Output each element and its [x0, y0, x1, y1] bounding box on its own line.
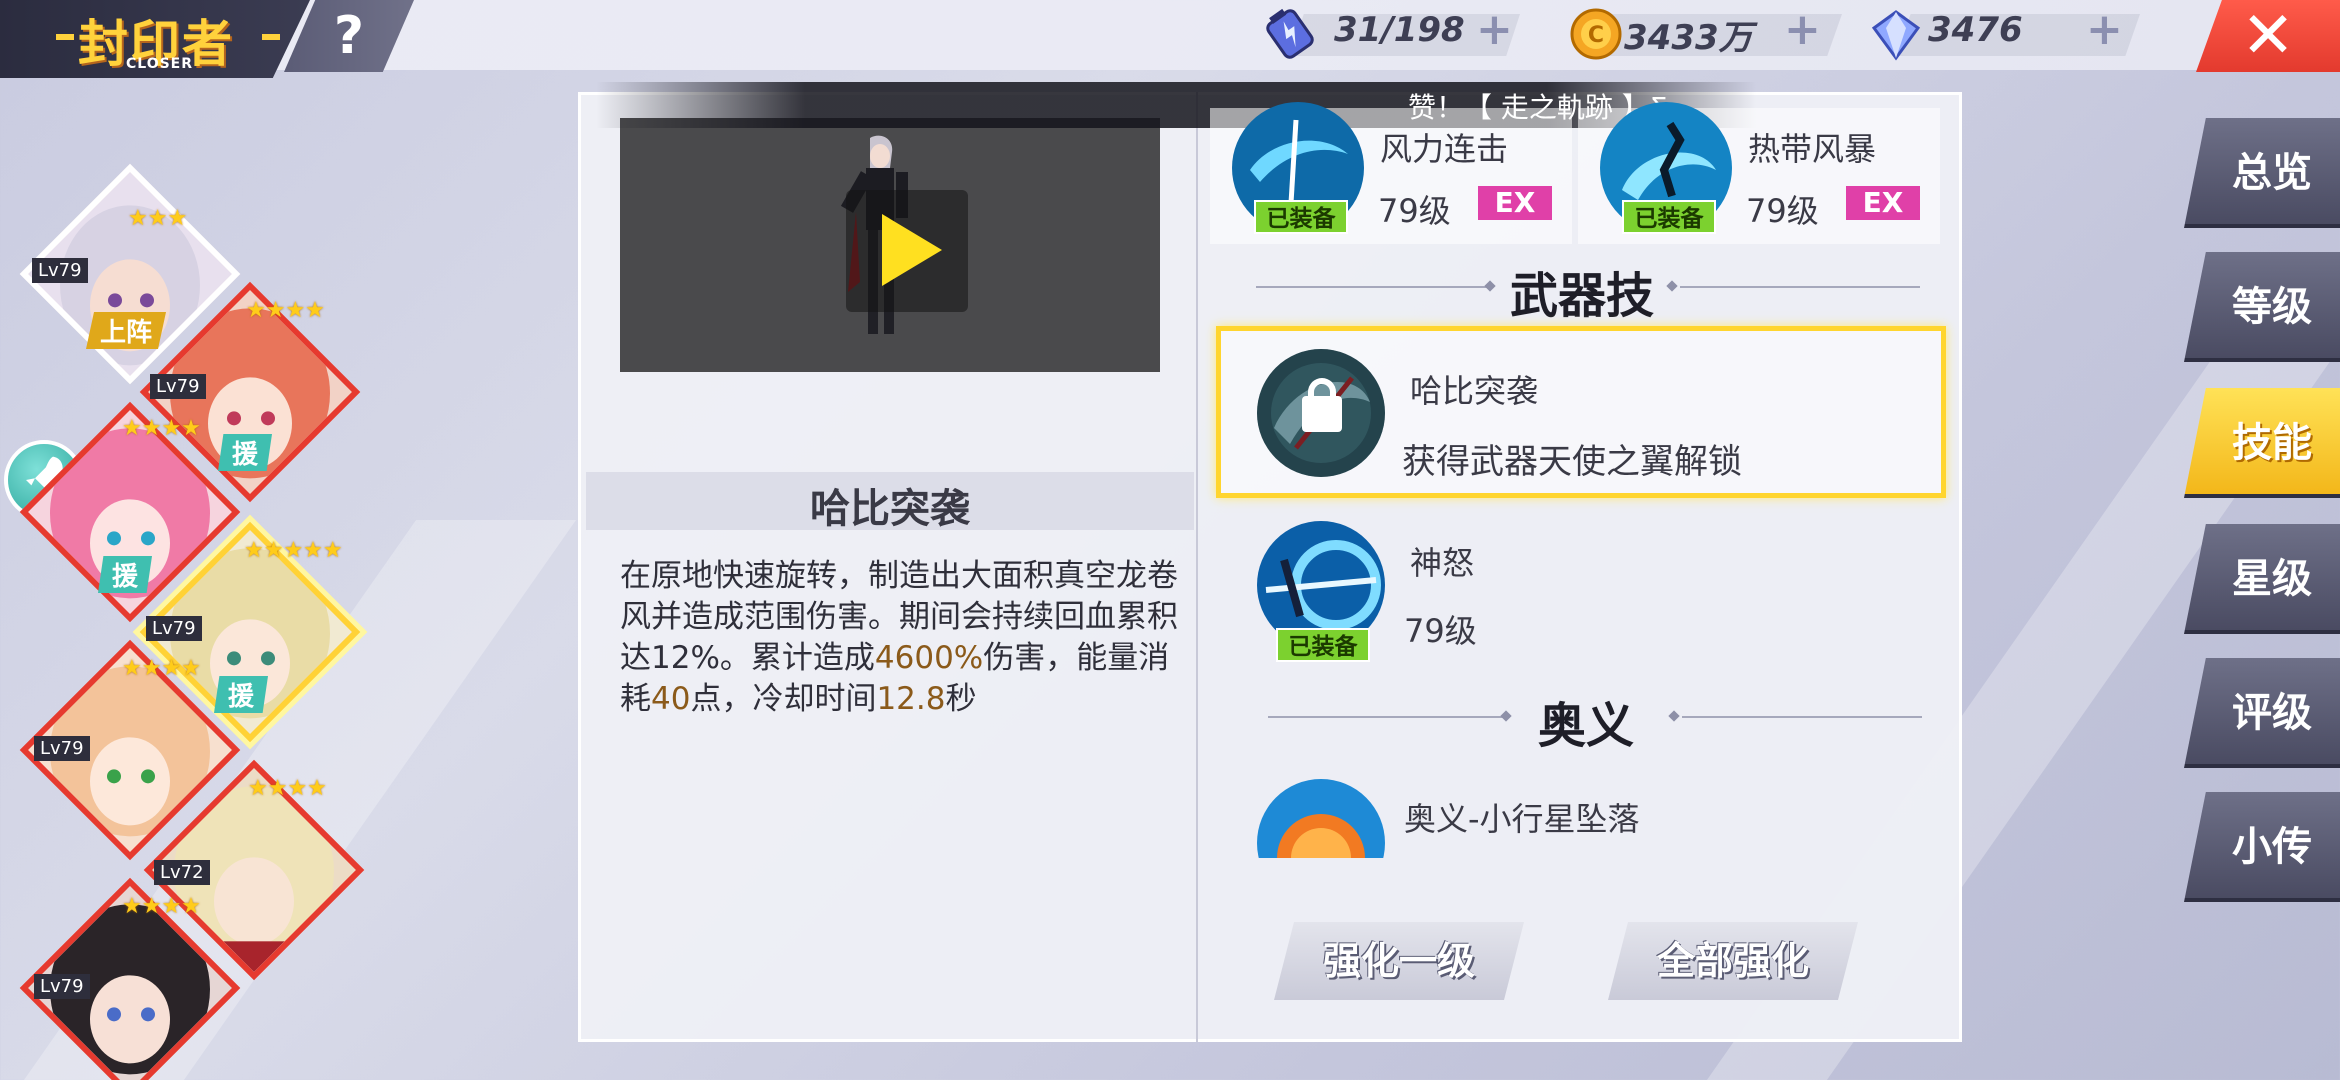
weapon-skill-name: 哈比突袭 [1410, 372, 1539, 410]
tab-stars[interactable]: 星级 [2184, 524, 2340, 634]
skill-level-label: 79级 [1404, 612, 1477, 650]
level-badge: Lv79 [32, 258, 88, 283]
support-tag: 援 [218, 434, 273, 471]
skill-description: 在原地快速旋转，制造出大面积真空龙卷风并造成范围伤害。期间会持续回血累积达12%… [620, 556, 1180, 720]
battery-icon [1266, 8, 1314, 59]
stamina-value: 31/198 [1334, 10, 1465, 50]
ex-badge: EX [1478, 186, 1552, 220]
tab-overview[interactable]: 总览 [2184, 118, 2340, 228]
asteroid-fall-skill-icon [1257, 779, 1385, 858]
gold-value: 3433万 [1624, 18, 1753, 58]
tab-level[interactable]: 等级 [2184, 252, 2340, 362]
stamina-plus-button[interactable]: + [1476, 8, 1513, 52]
panel-divider [1196, 92, 1198, 1042]
damage-value: 4600% [874, 640, 984, 676]
support-tag: 援 [98, 556, 153, 593]
skill-level-label: 79级 [1378, 192, 1451, 230]
weapon-skill-name: 神怒 [1410, 544, 1475, 582]
star-icon: ★★★★ [122, 894, 201, 919]
star-icon: ★★★★ [246, 298, 325, 323]
support-tag: 援 [214, 676, 269, 713]
ultimate-skill-name: 奥义-小行星坠落 [1404, 800, 1640, 838]
section-divider [1256, 286, 1492, 288]
deploy-tag: 上阵 [86, 312, 167, 349]
star-icon: ★★★★★ [244, 538, 343, 563]
tab-rating[interactable]: 评级 [2184, 658, 2340, 768]
ex-badge: EX [1846, 186, 1920, 220]
level-badge: Lv79 [146, 616, 202, 641]
level-badge: Lv72 [154, 860, 210, 885]
desc-text: 秒 [945, 681, 977, 717]
skill-level-label: 79级 [1746, 192, 1819, 230]
diamond-icon [1871, 10, 1921, 61]
play-icon [882, 214, 942, 286]
upgrade-one-level-button[interactable]: 强化一级 [1274, 922, 1524, 1000]
weapon-unlock-hint: 获得武器天使之翼解锁 [1402, 442, 1742, 482]
cooldown-value: 12.8 [876, 681, 946, 717]
level-badge: Lv79 [150, 374, 206, 399]
equipped-badge: 已装备 [1622, 200, 1716, 234]
ultimate-section-title: 奥义 [1538, 698, 1635, 754]
ultimate-icon-clip [1256, 778, 1392, 858]
skill-name-label: 风力连击 [1380, 130, 1509, 168]
equipped-badge: 已装备 [1254, 200, 1348, 234]
tab-biography[interactable]: 小传 [2184, 792, 2340, 902]
section-divider [1680, 286, 1920, 288]
logo-subtitle: CLOSER [126, 56, 194, 72]
weapon-skill-section-title: 武器技 [1510, 268, 1655, 324]
skill-name-label: 热带风暴 [1748, 130, 1877, 168]
star-icon: ★★★★ [122, 656, 201, 681]
logo-dash [262, 34, 280, 40]
section-divider [1682, 716, 1922, 718]
star-icon: ★★★★ [248, 776, 327, 801]
logo-dash [56, 34, 74, 40]
tab-skills[interactable]: 技能 [2184, 388, 2340, 498]
svg-text:C: C [1588, 23, 1604, 48]
gold-plus-button[interactable]: + [1784, 8, 1821, 52]
equipped-badge: 已装备 [1276, 628, 1370, 662]
skill-detail-title: 哈比突袭 [810, 486, 970, 532]
game-logo: 封印者 CLOSER [0, 0, 310, 78]
section-divider [1268, 716, 1508, 718]
star-icon: ★★★ [128, 206, 188, 231]
level-badge: Lv79 [34, 974, 90, 999]
upgrade-all-button[interactable]: 全部强化 [1608, 922, 1858, 1000]
lock-icon [1302, 396, 1342, 432]
gem-value: 3476 [1928, 10, 2023, 50]
energy-value: 40 [651, 681, 691, 717]
coin-icon: C [1570, 8, 1622, 60]
gem-plus-button[interactable]: + [2086, 8, 2123, 52]
desc-text: 点，冷却时间 [690, 681, 877, 717]
level-badge: Lv79 [34, 736, 90, 761]
star-icon: ★★★★ [122, 416, 201, 441]
